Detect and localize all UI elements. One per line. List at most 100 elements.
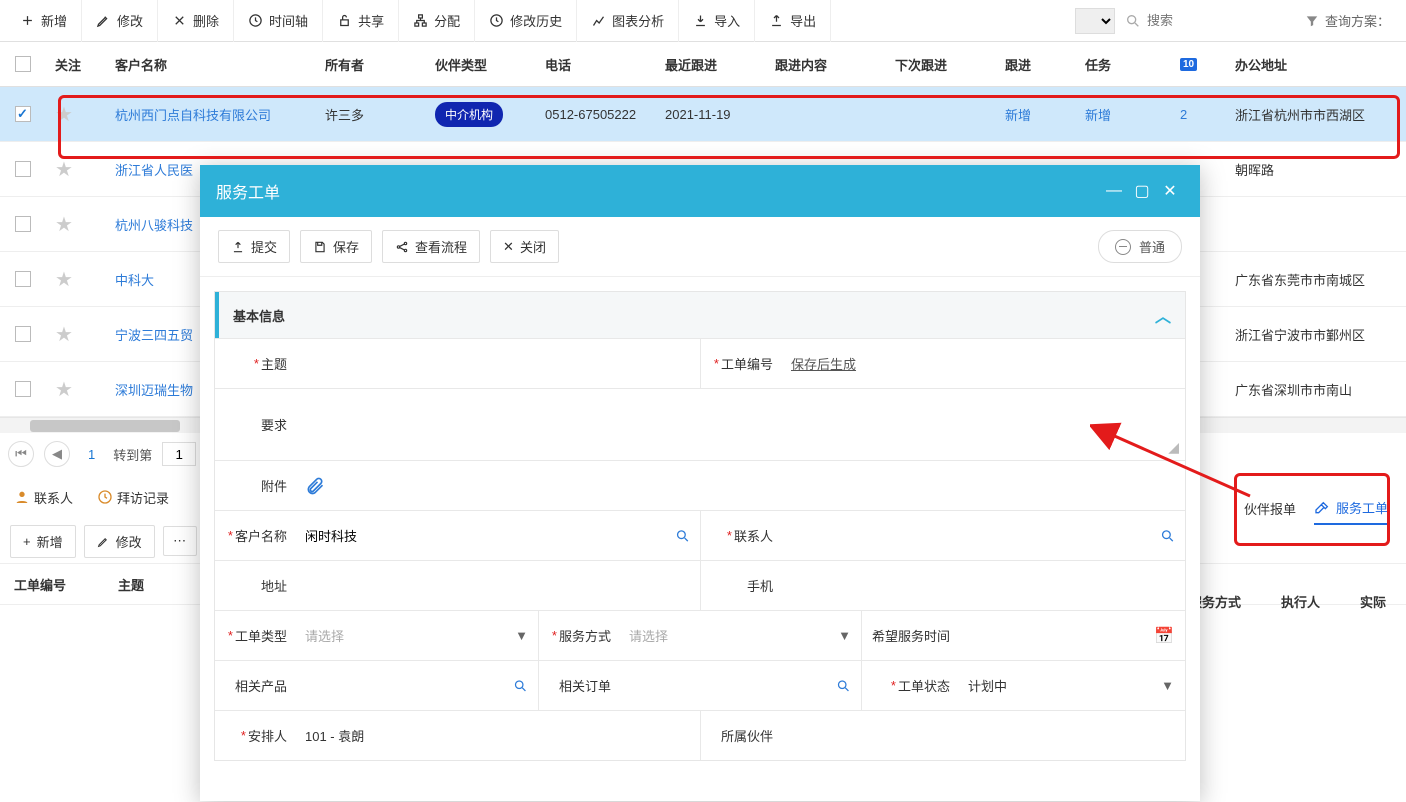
add-button[interactable]: 新增 — [6, 0, 82, 42]
collapse-icon[interactable]: ︿ — [1155, 303, 1171, 327]
row-checkbox[interactable] — [15, 106, 31, 122]
input-hope-time[interactable]: 📅 — [958, 611, 1184, 660]
minimize-icon[interactable]: — — [1100, 177, 1128, 205]
col-follow[interactable]: 跟进 — [995, 42, 1075, 86]
input-customer[interactable] — [305, 528, 675, 543]
col-phone[interactable]: 电话 — [535, 42, 655, 86]
view-flow-button[interactable]: 查看流程 — [382, 230, 480, 263]
sub-col-subject[interactable]: 主题 — [104, 575, 158, 594]
star-icon[interactable]: ★ — [55, 157, 73, 182]
customer-name-link[interactable]: 深圳迈瑞生物 — [115, 380, 193, 399]
customer-name-link[interactable]: 浙江省人民医 — [115, 160, 193, 179]
search-input[interactable] — [1147, 13, 1267, 28]
input-address[interactable] — [305, 578, 690, 593]
close-button[interactable]: ✕关闭 — [490, 230, 559, 263]
detail-add-button[interactable]: +新增 — [10, 525, 76, 558]
prev-page-button[interactable]: ◀ — [44, 441, 70, 467]
tab-service-order[interactable]: 服务工单 — [1314, 498, 1388, 525]
row-checkbox[interactable] — [15, 326, 31, 342]
input-contact[interactable] — [791, 528, 1160, 543]
chart-button[interactable]: 图表分析 — [577, 0, 679, 42]
sub-col-actual[interactable]: 实际 — [1360, 592, 1386, 611]
cell-next — [885, 87, 995, 141]
star-icon[interactable]: ★ — [55, 377, 73, 402]
input-subject[interactable] — [305, 356, 690, 371]
customer-name-link[interactable]: 杭州八骏科技 — [115, 215, 193, 234]
col-owner[interactable]: 所有者 — [315, 42, 425, 86]
filter-button[interactable]: 查询方案： — [1295, 11, 1400, 30]
select-status[interactable]: 计划中▼ — [958, 661, 1184, 710]
col-next[interactable]: 下次跟进 — [885, 42, 995, 86]
col-name[interactable]: 客户名称 — [105, 42, 315, 86]
maximize-icon[interactable]: ▢ — [1128, 177, 1156, 205]
follow-link[interactable]: 新增 — [1005, 105, 1031, 124]
chevron-down-icon: ▼ — [838, 628, 851, 643]
col-badge[interactable]: 10 — [1170, 42, 1225, 86]
cell-addr: 浙江省宁波市市鄞州区 — [1225, 307, 1395, 361]
share-button[interactable]: 共享 — [323, 0, 399, 42]
delete-button[interactable]: 删除 — [158, 0, 234, 42]
tab-visits[interactable]: 拜访记录 — [97, 488, 169, 507]
tab-contacts[interactable]: 联系人 — [14, 488, 73, 507]
tab-partner-quote[interactable]: 伙伴报单 — [1244, 498, 1296, 525]
row-checkbox[interactable] — [15, 216, 31, 232]
plus-icon: + — [23, 534, 31, 549]
select-all-checkbox[interactable] — [15, 56, 31, 72]
input-request[interactable] — [305, 397, 1175, 453]
paperclip-icon[interactable] — [305, 476, 325, 496]
input-partner[interactable] — [791, 728, 1175, 743]
close-icon[interactable]: ✕ — [1156, 177, 1184, 205]
input-rel-product[interactable] — [305, 678, 513, 693]
detail-edit-button[interactable]: 修改 — [84, 525, 155, 558]
col-content[interactable]: 跟进内容 — [765, 42, 885, 86]
import-button[interactable]: 导入 — [679, 0, 755, 42]
customer-name-link[interactable]: 宁波三四五贸 — [115, 325, 193, 344]
search-icon[interactable] — [1160, 528, 1175, 544]
star-icon[interactable]: ★ — [55, 212, 73, 237]
badge-count[interactable]: 2 — [1180, 107, 1187, 122]
col-task[interactable]: 任务 — [1075, 42, 1170, 86]
detail-more-button[interactable]: ⋯ — [163, 526, 197, 556]
select-order-type[interactable]: 请选择▼ — [295, 611, 538, 660]
col-ptype[interactable]: 伙伴类型 — [425, 42, 535, 86]
input-mobile[interactable] — [791, 578, 1175, 593]
row-checkbox[interactable] — [15, 161, 31, 177]
edit-button[interactable]: 修改 — [82, 0, 158, 42]
pencil-icon — [97, 535, 110, 548]
dialog-titlebar[interactable]: 服务工单 — ▢ ✕ — [200, 165, 1200, 217]
search-icon[interactable] — [675, 528, 690, 544]
table-row[interactable]: ★杭州西门点自科技有限公司许三多中介机构0512-675052222021-11… — [0, 87, 1406, 142]
search-icon[interactable] — [836, 678, 851, 694]
customer-name-link[interactable]: 杭州西门点自科技有限公司 — [115, 105, 271, 124]
history-button[interactable]: 修改历史 — [475, 0, 577, 42]
first-page-button[interactable]: ⏮ — [8, 441, 34, 467]
goto-input[interactable] — [162, 442, 196, 466]
star-icon[interactable]: ★ — [55, 322, 73, 347]
priority-tag[interactable]: 普通 — [1098, 230, 1182, 263]
sub-col-executor[interactable]: 执行人 — [1281, 592, 1320, 611]
star-icon[interactable]: ★ — [55, 102, 73, 127]
export-button[interactable]: 导出 — [755, 0, 831, 42]
lock-open-icon — [337, 13, 352, 28]
select-service-method[interactable]: 请选择▼ — [619, 611, 861, 660]
customer-name-link[interactable]: 中科大 — [115, 270, 154, 289]
sub-col-orderno[interactable]: 工单编号 — [0, 575, 80, 594]
search-icon[interactable] — [513, 678, 528, 694]
tree-icon — [413, 13, 428, 28]
row-checkbox[interactable] — [15, 271, 31, 287]
view-select[interactable] — [1075, 8, 1115, 34]
star-icon[interactable]: ★ — [55, 267, 73, 292]
goto-label: 转到第 — [113, 445, 152, 464]
dialog-title: 服务工单 — [216, 179, 280, 203]
col-addr[interactable]: 办公地址 — [1225, 42, 1395, 86]
save-button[interactable]: 保存 — [300, 230, 372, 263]
row-checkbox[interactable] — [15, 381, 31, 397]
timeline-button[interactable]: 时间轴 — [234, 0, 323, 42]
col-star[interactable]: 关注 — [45, 42, 105, 86]
submit-button[interactable]: 提交 — [218, 230, 290, 263]
col-last[interactable]: 最近跟进 — [655, 42, 765, 86]
task-link[interactable]: 新增 — [1085, 105, 1111, 124]
input-rel-order[interactable] — [629, 678, 836, 693]
resize-handle-icon[interactable]: ◢ — [1168, 439, 1179, 456]
assign-button[interactable]: 分配 — [399, 0, 475, 42]
